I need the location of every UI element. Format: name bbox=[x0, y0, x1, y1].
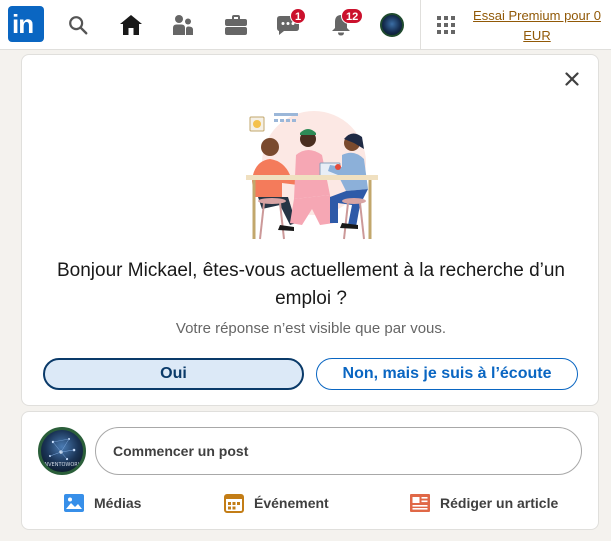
event-action[interactable]: Événement bbox=[224, 490, 329, 516]
premium-trial-link[interactable]: Essai Premium pour 0 EUR bbox=[470, 6, 604, 46]
messaging-icon[interactable]: 1 bbox=[274, 8, 307, 39]
meeting-illustration bbox=[246, 111, 378, 240]
notifications-icon[interactable]: 12 bbox=[327, 8, 364, 39]
article-icon bbox=[410, 494, 430, 512]
avatar-text: INVENTOWORK bbox=[42, 462, 82, 468]
yes-button[interactable]: Oui bbox=[43, 358, 304, 390]
top-nav: in 1 12 Essai Premium pour 0 EUR bbox=[0, 0, 611, 50]
job-seeking-question: Bonjour Mickael, êtes-vous actuellement … bbox=[57, 260, 565, 309]
apps-grid-icon[interactable] bbox=[432, 11, 460, 39]
profile-avatar[interactable] bbox=[380, 13, 404, 37]
privacy-note: Votre réponse n’est visible que par vous… bbox=[175, 320, 447, 337]
user-avatar[interactable]: INVENTOWORK bbox=[38, 427, 86, 475]
write-article-action[interactable]: Rédiger un article bbox=[410, 490, 558, 516]
media-label: Médias bbox=[94, 495, 142, 511]
event-label: Événement bbox=[254, 495, 329, 511]
media-action[interactable]: Médias bbox=[64, 490, 141, 516]
write-article-label: Rédiger un article bbox=[440, 495, 559, 511]
share-box-card: INVENTOWORK Commencer un post Médias Évé… bbox=[21, 411, 599, 530]
open-to-work-button[interactable]: Non, mais je suis à l’écoute bbox=[316, 358, 578, 390]
home-icon[interactable] bbox=[117, 11, 145, 39]
network-icon[interactable] bbox=[169, 11, 197, 39]
start-post-input[interactable]: Commencer un post bbox=[95, 427, 582, 475]
linkedin-logo[interactable]: in bbox=[8, 6, 44, 42]
calendar-icon bbox=[224, 494, 244, 513]
job-seeking-prompt-card: Bonjour Mickael, êtes-vous actuellement … bbox=[21, 54, 599, 406]
messaging-badge: 1 bbox=[290, 8, 307, 24]
search-icon[interactable] bbox=[64, 11, 92, 39]
nav-divider bbox=[420, 0, 421, 50]
photo-icon bbox=[64, 494, 84, 512]
notifications-badge: 12 bbox=[341, 8, 364, 24]
close-icon[interactable] bbox=[560, 67, 584, 91]
briefcase-icon[interactable] bbox=[222, 11, 250, 39]
